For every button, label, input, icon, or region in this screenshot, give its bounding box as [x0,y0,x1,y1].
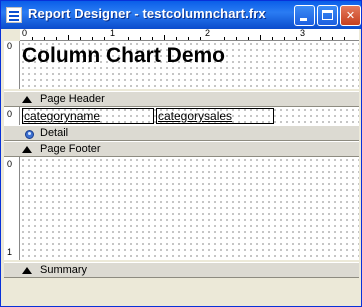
detail-band[interactable]: Detail [4,125,359,141]
maximize-button[interactable] [317,5,338,26]
vruler-footer-0: 0 [7,159,13,169]
ruler-label-3: 3 [300,29,306,38]
vertical-ruler-footer: 0 1 [4,157,20,260]
categorysales-field-text: categorysales [158,109,233,123]
collapse-up-icon[interactable] [22,267,32,274]
vruler-fields-0: 0 [7,109,13,119]
close-button[interactable]: ✕ [340,5,361,26]
fields-band-area[interactable]: categoryname categorysales [20,107,359,125]
page-footer-band[interactable]: Page Footer [4,141,359,157]
collapse-up-icon[interactable] [22,96,32,103]
window-title: Report Designer - testcolumnchart.frx [28,6,266,21]
title-bar[interactable]: Report Designer - testcolumnchart.frx ✕ [1,1,361,29]
ruler-corner [4,29,20,41]
title-band-area[interactable]: Column Chart Demo [20,41,359,89]
vertical-ruler-fields: 0 [4,107,20,125]
report-designer-window: Report Designer - testcolumnchart.frx ✕ … [0,0,362,307]
designer-canvas: 0 1 2 3 0 Column Chart Demo Page Header … [4,29,359,306]
categoryname-field[interactable]: categoryname [22,108,154,124]
vertical-ruler-title: 0 [4,41,20,89]
collapse-up-icon[interactable] [22,146,32,153]
ruler-label-1: 1 [110,29,116,38]
ruler-label-0: 0 [22,29,28,38]
summary-band[interactable]: Summary [4,262,359,278]
categoryname-field-text: categoryname [24,109,101,123]
page-footer-label: Page Footer [40,143,101,155]
minimize-button[interactable] [294,5,315,26]
page-header-label: Page Header [40,93,105,105]
page-header-band[interactable]: Page Header [4,91,359,107]
summary-band-area[interactable] [20,278,359,306]
categorysales-field[interactable]: categorysales [156,108,274,124]
page-footer-band-area[interactable] [20,157,359,260]
vruler-title-0: 0 [7,41,13,51]
ruler-label-2: 2 [205,29,211,38]
report-designer-icon [6,7,22,23]
horizontal-ruler: 0 1 2 3 [20,29,359,41]
summary-label: Summary [40,264,88,276]
vruler-footer-1: 1 [7,247,13,257]
detail-band-icon[interactable] [25,130,34,139]
report-title-label[interactable]: Column Chart Demo [22,44,225,68]
detail-label: Detail [40,127,69,139]
